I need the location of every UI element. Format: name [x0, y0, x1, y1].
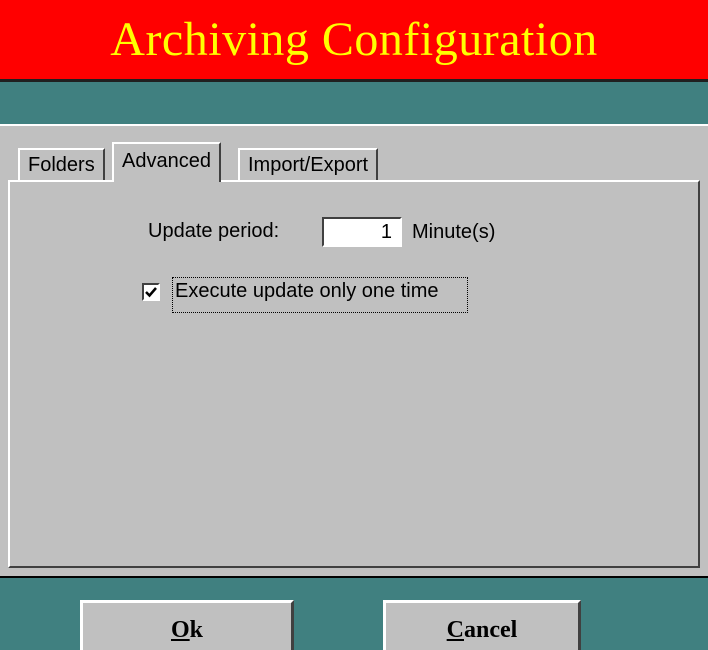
cancel-accel: C	[446, 617, 464, 643]
ok-rest: k	[189, 617, 204, 643]
title-banner: Archiving Configuration	[0, 0, 708, 82]
tab-advanced-label: Advanced	[122, 150, 211, 172]
tab-sheet	[8, 180, 700, 568]
cancel-rest: ancel	[464, 617, 518, 643]
ok-button[interactable]: Ok	[80, 600, 294, 650]
page-title: Archiving Configuration	[110, 13, 598, 66]
tab-advanced[interactable]: Advanced	[112, 142, 221, 182]
cancel-button[interactable]: Cancel	[383, 600, 581, 650]
ok-accel: O	[170, 617, 190, 643]
tab-folders-label: Folders	[28, 154, 95, 176]
tab-import-export[interactable]: Import/Export	[238, 148, 379, 180]
tab-import-export-label: Import/Export	[248, 154, 369, 176]
config-panel: Folders Advanced Import/Export	[0, 124, 708, 578]
tab-folders[interactable]: Folders	[18, 148, 105, 180]
